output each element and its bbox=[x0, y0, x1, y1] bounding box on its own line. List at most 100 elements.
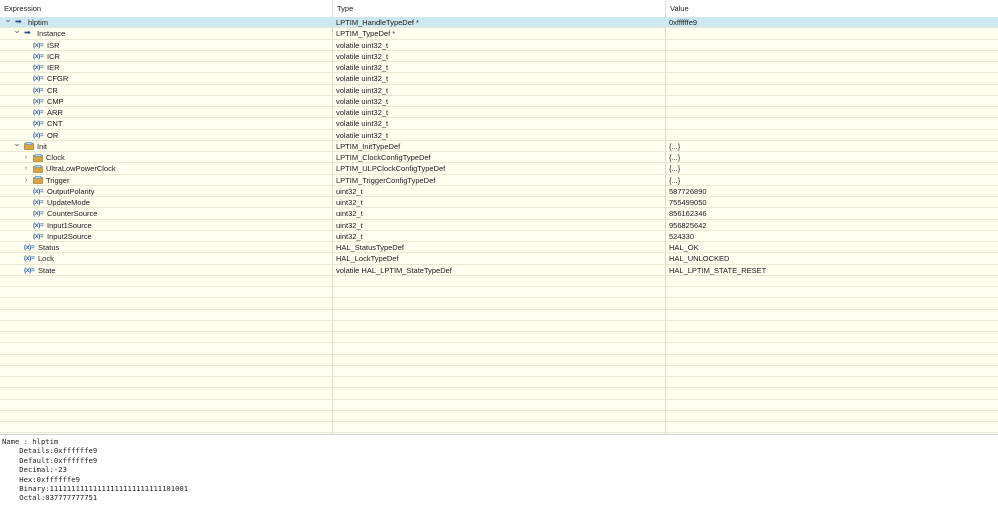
expression-cell: ⌄ Init bbox=[0, 141, 332, 152]
variable-icon: (x)= bbox=[33, 120, 44, 128]
expression-name: UpdateMode bbox=[47, 198, 90, 207]
type-cell: volatile uint32_t bbox=[336, 63, 389, 72]
column-header-value[interactable]: Value bbox=[666, 0, 998, 17]
value-cell[interactable] bbox=[669, 40, 997, 51]
expression-name: CounterSource bbox=[47, 209, 98, 219]
expression-name: ICR bbox=[47, 51, 60, 61]
variable-icon: (x)= bbox=[24, 266, 35, 274]
expression-cell: (x)= Input1Source bbox=[0, 220, 332, 231]
chevron-right-icon[interactable]: › bbox=[22, 175, 30, 186]
expression-row[interactable]: ⌄ ➡ Instance LPTIM_TypeDef * bbox=[0, 28, 998, 40]
value-cell[interactable]: HAL_LPTIM_STATE_RESET bbox=[669, 265, 997, 276]
empty-row bbox=[0, 422, 998, 434]
value-cell[interactable]: 587726890 bbox=[669, 186, 997, 197]
expression-row[interactable]: (x)= Lock HAL_LockTypeDef HAL_UNLOCKED bbox=[0, 253, 998, 265]
value-cell[interactable]: {...} bbox=[669, 152, 997, 163]
type-cell: LPTIM_TypeDef * bbox=[336, 29, 396, 39]
expression-row[interactable]: › Clock LPTIM_ClockConfigTypeDef {...} bbox=[0, 152, 998, 164]
variable-icon: (x)= bbox=[33, 75, 44, 83]
expression-row[interactable]: (x)= UpdateMode uint32_t 755499050 bbox=[0, 197, 998, 209]
empty-row bbox=[0, 411, 998, 422]
value-cell[interactable] bbox=[669, 130, 997, 141]
expression-cell: (x)= State bbox=[0, 265, 332, 276]
expression-cell: (x)= ARR bbox=[0, 107, 332, 118]
expression-name: Trigger bbox=[46, 175, 70, 185]
column-header-type[interactable]: Type bbox=[333, 0, 666, 17]
expression-name: Instance bbox=[37, 29, 66, 39]
chevron-right-icon[interactable]: › bbox=[22, 152, 30, 163]
value-cell[interactable]: 956825642 bbox=[669, 220, 997, 231]
expression-row[interactable]: (x)= CounterSource uint32_t 856162346 bbox=[0, 208, 998, 220]
expression-row[interactable]: (x)= Status HAL_StatusTypeDef HAL_OK bbox=[0, 242, 998, 254]
expression-row[interactable]: (x)= Input1Source uint32_t 956825642 bbox=[0, 220, 998, 231]
expression-name: IER bbox=[47, 63, 60, 72]
expression-row[interactable]: (x)= ARR volatile uint32_t bbox=[0, 107, 998, 119]
chevron-right-icon[interactable]: › bbox=[22, 163, 30, 174]
expression-row[interactable]: (x)= CMP volatile uint32_t bbox=[0, 96, 998, 107]
value-cell[interactable]: 755499050 bbox=[669, 197, 997, 208]
column-header-expression[interactable]: Expression bbox=[0, 0, 333, 17]
type-cell: LPTIM_ULPClockConfigTypeDef bbox=[336, 164, 446, 174]
expression-row[interactable]: ⌄ Init LPTIM_InitTypeDef {...} bbox=[0, 141, 998, 152]
expression-row[interactable]: (x)= State volatile HAL_LPTIM_StateTypeDef… bbox=[0, 265, 998, 276]
empty-row bbox=[0, 298, 998, 310]
expression-name: CMP bbox=[47, 96, 64, 106]
value-cell[interactable]: HAL_UNLOCKED bbox=[669, 253, 997, 264]
type-cell: uint32_t bbox=[336, 186, 363, 196]
details-pane[interactable]: Name : hlptim Details:0xffffffe9 Default… bbox=[0, 434, 998, 512]
expression-cell: (x)= Status bbox=[0, 242, 332, 253]
value-cell[interactable]: 0xffffffe9 bbox=[669, 17, 997, 28]
expression-row[interactable]: (x)= CFGR volatile uint32_t bbox=[0, 73, 998, 85]
value-cell[interactable]: {...} bbox=[669, 163, 997, 174]
detail-line: Binary:11111111111111111111111111101001 bbox=[2, 484, 189, 494]
expression-cell: (x)= CNT bbox=[0, 118, 332, 129]
expression-row[interactable]: (x)= CNT volatile uint32_t bbox=[0, 118, 998, 130]
type-cell: volatile HAL_LPTIM_StateTypeDef bbox=[336, 265, 452, 275]
chevron-down-icon[interactable]: ⌄ bbox=[4, 17, 12, 25]
expression-row[interactable]: (x)= CR volatile uint32_t bbox=[0, 85, 998, 96]
empty-row bbox=[0, 321, 998, 332]
detail-line: Decimal:-23 bbox=[2, 465, 67, 475]
value-cell[interactable]: 856162346 bbox=[669, 208, 997, 219]
expression-row[interactable]: ⌄ ➡ hlptim LPTIM_HandleTypeDef * 0xffffffe9 bbox=[0, 17, 998, 29]
expression-row[interactable]: › UltraLowPowerClock LPTIM_ULPClockConfigT… bbox=[0, 163, 998, 175]
variable-icon: (x)= bbox=[33, 210, 44, 218]
value-cell[interactable]: {...} bbox=[669, 141, 997, 152]
type-cell: LPTIM_HandleTypeDef * bbox=[336, 18, 419, 27]
expression-row[interactable]: (x)= ICR volatile uint32_t bbox=[0, 51, 998, 62]
expression-cell: (x)= CMP bbox=[0, 96, 332, 107]
expression-row[interactable]: (x)= ISR volatile uint32_t bbox=[0, 40, 998, 51]
expression-name: ARR bbox=[47, 108, 63, 117]
value-cell[interactable] bbox=[669, 118, 997, 129]
value-cell[interactable]: 524330 bbox=[669, 231, 997, 242]
expression-name: Input1Source bbox=[47, 220, 92, 230]
value-cell[interactable] bbox=[669, 62, 997, 73]
chevron-down-icon[interactable]: ⌄ bbox=[13, 28, 21, 36]
variable-icon: (x)= bbox=[33, 86, 44, 94]
value-cell[interactable] bbox=[669, 85, 997, 96]
variable-icon: (x)= bbox=[33, 199, 44, 206]
expression-row[interactable]: › Trigger LPTIM_TriggerConfigTypeDef {...} bbox=[0, 175, 998, 186]
variable-icon: (x)= bbox=[33, 52, 44, 60]
value-cell[interactable] bbox=[669, 107, 997, 118]
value-cell[interactable] bbox=[669, 28, 997, 39]
type-cell: volatile uint32_t bbox=[336, 40, 389, 50]
type-cell: HAL_StatusTypeDef bbox=[336, 243, 404, 252]
expression-cell: (x)= CR bbox=[0, 85, 332, 96]
expression-row[interactable]: (x)= IER volatile uint32_t bbox=[0, 62, 998, 74]
chevron-down-icon[interactable]: ⌄ bbox=[13, 141, 21, 149]
variable-icon: (x)= bbox=[33, 131, 44, 139]
value-cell[interactable] bbox=[669, 73, 997, 84]
expression-row[interactable]: (x)= OR volatile uint32_t bbox=[0, 130, 998, 141]
expression-row[interactable]: (x)= Input2Source uint32_t 524330 bbox=[0, 231, 998, 242]
expression-cell: (x)= OR bbox=[0, 130, 332, 141]
value-cell[interactable] bbox=[669, 96, 997, 107]
expression-row[interactable]: (x)= OutputPolarity uint32_t 587726890 bbox=[0, 186, 998, 197]
value-cell[interactable]: {...} bbox=[669, 175, 997, 186]
value-cell[interactable] bbox=[669, 51, 997, 62]
type-cell: volatile uint32_t bbox=[336, 51, 389, 61]
empty-row bbox=[0, 287, 998, 299]
value-cell[interactable]: HAL_OK bbox=[669, 242, 997, 253]
empty-row bbox=[0, 388, 998, 400]
expression-cell: ⌄ ➡ Instance bbox=[0, 28, 332, 39]
